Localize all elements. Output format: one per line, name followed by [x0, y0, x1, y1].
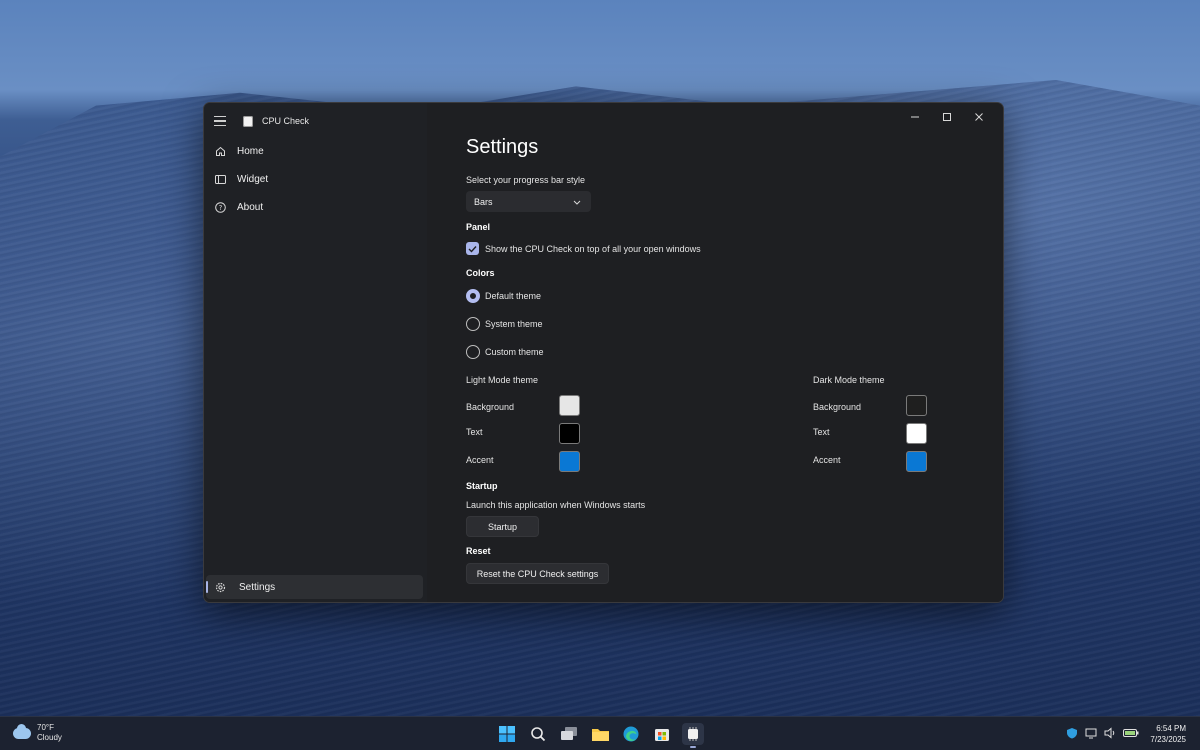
nav-item-label: Widget	[237, 173, 269, 185]
nav-item-label: Settings	[239, 581, 276, 593]
clock[interactable]: 6:54 PM 7/23/2025	[1150, 723, 1186, 745]
light-accent-swatch[interactable]	[559, 451, 580, 472]
search-icon[interactable]	[527, 723, 549, 745]
dark-text-label: Text	[813, 427, 830, 437]
reset-header: Reset	[466, 546, 491, 556]
reset-settings-button[interactable]: Reset the CPU Check settings	[466, 563, 609, 584]
system-tray	[1066, 727, 1146, 742]
dark-text-swatch[interactable]	[906, 423, 927, 444]
light-text-swatch[interactable]	[559, 423, 580, 444]
dark-mode-title: Dark Mode theme	[813, 375, 885, 385]
clock-time: 6:54 PM	[1156, 724, 1186, 733]
maximize-button[interactable]	[931, 107, 963, 127]
default-theme-radio[interactable]	[466, 289, 480, 303]
app-title: CPU Check	[262, 116, 310, 126]
nav-item-label: Home	[237, 145, 264, 157]
default-theme-label: Default theme	[485, 291, 542, 301]
settings-page: Settings Select your progress bar style …	[427, 103, 1003, 602]
checkmark-icon	[468, 245, 477, 253]
nav-item-settings[interactable]: Settings	[206, 575, 423, 599]
light-background-swatch[interactable]	[559, 395, 580, 416]
store-icon[interactable]	[651, 723, 673, 745]
progress-style-dropdown[interactable]: Bars	[466, 191, 591, 212]
home-icon	[215, 146, 226, 157]
system-theme-label: System theme	[485, 319, 543, 329]
window-controls	[899, 107, 995, 127]
light-background-label: Background	[466, 402, 515, 412]
minimize-button[interactable]	[899, 107, 931, 127]
cpu-check-icon[interactable]	[682, 723, 704, 748]
network-icon[interactable]	[1085, 727, 1097, 742]
dark-accent-label: Accent	[813, 455, 841, 465]
custom-theme-radio[interactable]	[466, 345, 480, 359]
weather-widget[interactable]: 70°F Cloudy	[13, 723, 62, 743]
edge-icon[interactable]	[620, 723, 642, 745]
panel-header: Panel	[466, 222, 491, 232]
weather-temperature: 70°F	[37, 723, 54, 732]
light-accent-label: Accent	[466, 455, 494, 465]
chevron-down-icon	[573, 197, 581, 207]
clock-date: 7/23/2025	[1150, 735, 1186, 744]
progress-style-label: Select your progress bar style	[466, 175, 586, 185]
title-bar: CPU Check	[214, 111, 309, 131]
task-view-icon[interactable]	[558, 723, 580, 745]
colors-header: Colors	[466, 268, 495, 278]
app-icon	[243, 115, 253, 127]
dark-background-swatch[interactable]	[906, 395, 927, 416]
always-on-top-checkbox[interactable]	[466, 242, 479, 255]
widget-icon	[215, 174, 226, 185]
dropdown-value: Bars	[474, 196, 493, 207]
custom-theme-label: Custom theme	[485, 347, 544, 357]
light-mode-title: Light Mode theme	[466, 375, 539, 385]
svg-text:?: ?	[219, 204, 223, 212]
nav-item-widget[interactable]: Widget	[204, 165, 427, 193]
close-button[interactable]	[963, 107, 995, 127]
selection-indicator	[206, 581, 208, 593]
start-icon[interactable]	[496, 723, 518, 745]
dark-background-label: Background	[813, 402, 862, 412]
nav-item-label: About	[237, 201, 264, 213]
light-text-label: Text	[466, 427, 483, 437]
sidebar: CPU Check Home Widget ? About Settings	[204, 103, 427, 602]
page-title: Settings	[466, 136, 539, 158]
nav-item-home[interactable]: Home	[204, 137, 427, 165]
always-on-top-label: Show the CPU Check on top of all your op…	[485, 244, 701, 254]
battery-icon[interactable]	[1123, 728, 1139, 741]
app-window: CPU Check Home Widget ? About Settings S…	[203, 102, 1004, 603]
startup-description: Launch this application when Windows sta…	[466, 500, 646, 510]
gear-icon	[215, 582, 226, 593]
volume-icon[interactable]	[1104, 727, 1116, 742]
file-explorer-icon[interactable]	[589, 723, 611, 745]
cloudy-icon	[13, 723, 31, 739]
security-icon[interactable]	[1066, 727, 1078, 742]
nav-list: Home Widget ? About	[204, 137, 427, 221]
nav-item-about[interactable]: ? About	[204, 193, 427, 221]
startup-button[interactable]: Startup	[466, 516, 539, 537]
taskbar-apps	[496, 723, 713, 748]
weather-description: Cloudy	[37, 733, 62, 742]
about-icon: ?	[215, 201, 226, 213]
hamburger-menu-icon[interactable]	[214, 116, 226, 126]
system-theme-radio[interactable]	[466, 317, 480, 331]
startup-header: Startup	[466, 481, 498, 491]
dark-accent-swatch[interactable]	[906, 451, 927, 472]
taskbar: 70°F Cloudy 6:54 PM 7/23/2025	[0, 716, 1200, 750]
